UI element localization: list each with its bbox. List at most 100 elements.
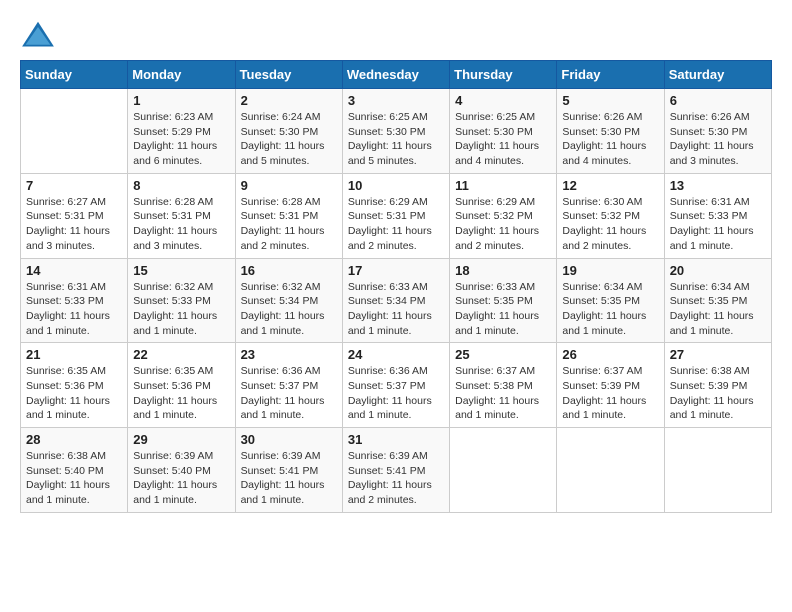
day-number: 22	[133, 347, 229, 362]
day-number: 30	[241, 432, 337, 447]
calendar-cell: 18Sunrise: 6:33 AMSunset: 5:35 PMDayligh…	[450, 258, 557, 343]
day-info: Sunrise: 6:30 AMSunset: 5:32 PMDaylight:…	[562, 195, 658, 254]
calendar-week-row: 7 Sunrise: 6:27 AMSunset: 5:31 PMDaylight…	[21, 173, 772, 258]
day-number: 1	[133, 93, 229, 108]
day-number: 29	[133, 432, 229, 447]
day-number: 16	[241, 263, 337, 278]
day-info: Sunrise: 6:39 AMSunset: 5:41 PMDaylight:…	[348, 449, 444, 508]
day-number: 8	[133, 178, 229, 193]
calendar-cell: 16 Sunrise: 6:32 AMSunset: 5:34 PMDayligh…	[235, 258, 342, 343]
day-info: Sunrise: 6:36 AMSunset: 5:37 PMDaylight:…	[348, 364, 444, 423]
day-of-week-header: Monday	[128, 61, 235, 89]
day-number: 7	[26, 178, 122, 193]
calendar-cell: 28Sunrise: 6:38 AMSunset: 5:40 PMDayligh…	[21, 428, 128, 513]
day-of-week-header: Tuesday	[235, 61, 342, 89]
day-number: 15	[133, 263, 229, 278]
day-info: Sunrise: 6:26 AMSunset: 5:30 PMDaylight:…	[670, 110, 766, 169]
day-info: Sunrise: 6:26 AMSunset: 5:30 PMDaylight:…	[562, 110, 658, 169]
day-info: Sunrise: 6:32 AMSunset: 5:34 PMDaylight:…	[241, 280, 337, 339]
day-number: 10	[348, 178, 444, 193]
calendar-cell	[450, 428, 557, 513]
day-info: Sunrise: 6:37 AMSunset: 5:39 PMDaylight:…	[562, 364, 658, 423]
day-number: 14	[26, 263, 122, 278]
calendar-cell: 31Sunrise: 6:39 AMSunset: 5:41 PMDayligh…	[342, 428, 449, 513]
day-number: 26	[562, 347, 658, 362]
day-number: 18	[455, 263, 551, 278]
day-number: 20	[670, 263, 766, 278]
calendar-cell: 25 Sunrise: 6:37 AMSunset: 5:38 PMDayligh…	[450, 343, 557, 428]
day-info: Sunrise: 6:38 AMSunset: 5:40 PMDaylight:…	[26, 449, 122, 508]
calendar-cell: 11 Sunrise: 6:29 AMSunset: 5:32 PMDayligh…	[450, 173, 557, 258]
calendar-cell: 23 Sunrise: 6:36 AMSunset: 5:37 PMDayligh…	[235, 343, 342, 428]
calendar-cell: 29 Sunrise: 6:39 AMSunset: 5:40 PMDayligh…	[128, 428, 235, 513]
calendar-cell: 3 Sunrise: 6:25 AMSunset: 5:30 PMDaylight…	[342, 89, 449, 174]
calendar-cell: 7 Sunrise: 6:27 AMSunset: 5:31 PMDaylight…	[21, 173, 128, 258]
calendar-cell: 20 Sunrise: 6:34 AMSunset: 5:35 PMDayligh…	[664, 258, 771, 343]
page-header	[20, 20, 772, 50]
calendar-cell: 13Sunrise: 6:31 AMSunset: 5:33 PMDayligh…	[664, 173, 771, 258]
day-info: Sunrise: 6:37 AMSunset: 5:38 PMDaylight:…	[455, 364, 551, 423]
day-info: Sunrise: 6:36 AMSunset: 5:37 PMDaylight:…	[241, 364, 337, 423]
calendar-cell: 2 Sunrise: 6:24 AMSunset: 5:30 PMDaylight…	[235, 89, 342, 174]
day-info: Sunrise: 6:35 AMSunset: 5:36 PMDaylight:…	[133, 364, 229, 423]
calendar-cell: 14 Sunrise: 6:31 AMSunset: 5:33 PMDayligh…	[21, 258, 128, 343]
day-info: Sunrise: 6:25 AMSunset: 5:30 PMDaylight:…	[348, 110, 444, 169]
day-number: 27	[670, 347, 766, 362]
day-number: 17	[348, 263, 444, 278]
calendar-cell: 5 Sunrise: 6:26 AMSunset: 5:30 PMDaylight…	[557, 89, 664, 174]
calendar-cell: 6Sunrise: 6:26 AMSunset: 5:30 PMDaylight…	[664, 89, 771, 174]
day-number: 11	[455, 178, 551, 193]
day-info: Sunrise: 6:39 AMSunset: 5:41 PMDaylight:…	[241, 449, 337, 508]
day-number: 2	[241, 93, 337, 108]
day-number: 5	[562, 93, 658, 108]
calendar-cell: 4 Sunrise: 6:25 AMSunset: 5:30 PMDaylight…	[450, 89, 557, 174]
day-info: Sunrise: 6:29 AMSunset: 5:32 PMDaylight:…	[455, 195, 551, 254]
day-number: 13	[670, 178, 766, 193]
day-info: Sunrise: 6:24 AMSunset: 5:30 PMDaylight:…	[241, 110, 337, 169]
day-number: 25	[455, 347, 551, 362]
calendar-cell: 8 Sunrise: 6:28 AMSunset: 5:31 PMDaylight…	[128, 173, 235, 258]
day-of-week-header: Thursday	[450, 61, 557, 89]
day-info: Sunrise: 6:28 AMSunset: 5:31 PMDaylight:…	[133, 195, 229, 254]
calendar-cell: 21Sunrise: 6:35 AMSunset: 5:36 PMDayligh…	[21, 343, 128, 428]
calendar-week-row: 14 Sunrise: 6:31 AMSunset: 5:33 PMDayligh…	[21, 258, 772, 343]
calendar-table: SundayMondayTuesdayWednesdayThursdayFrid…	[20, 60, 772, 513]
calendar-cell	[557, 428, 664, 513]
calendar-cell: 17 Sunrise: 6:33 AMSunset: 5:34 PMDayligh…	[342, 258, 449, 343]
calendar-cell: 9Sunrise: 6:28 AMSunset: 5:31 PMDaylight…	[235, 173, 342, 258]
day-of-week-header: Saturday	[664, 61, 771, 89]
day-of-week-header: Sunday	[21, 61, 128, 89]
day-number: 24	[348, 347, 444, 362]
calendar-cell: 27Sunrise: 6:38 AMSunset: 5:39 PMDayligh…	[664, 343, 771, 428]
day-info: Sunrise: 6:27 AMSunset: 5:31 PMDaylight:…	[26, 195, 122, 254]
calendar-cell: 12 Sunrise: 6:30 AMSunset: 5:32 PMDayligh…	[557, 173, 664, 258]
day-of-week-header: Wednesday	[342, 61, 449, 89]
calendar-cell: 15 Sunrise: 6:32 AMSunset: 5:33 PMDayligh…	[128, 258, 235, 343]
day-number: 23	[241, 347, 337, 362]
day-number: 9	[241, 178, 337, 193]
calendar-cell: 1 Sunrise: 6:23 AMSunset: 5:29 PMDaylight…	[128, 89, 235, 174]
day-info: Sunrise: 6:33 AMSunset: 5:34 PMDaylight:…	[348, 280, 444, 339]
day-info: Sunrise: 6:23 AMSunset: 5:29 PMDaylight:…	[133, 110, 229, 169]
day-info: Sunrise: 6:32 AMSunset: 5:33 PMDaylight:…	[133, 280, 229, 339]
day-info: Sunrise: 6:29 AMSunset: 5:31 PMDaylight:…	[348, 195, 444, 254]
day-number: 12	[562, 178, 658, 193]
calendar-cell: 22 Sunrise: 6:35 AMSunset: 5:36 PMDayligh…	[128, 343, 235, 428]
day-info: Sunrise: 6:25 AMSunset: 5:30 PMDaylight:…	[455, 110, 551, 169]
day-number: 3	[348, 93, 444, 108]
day-info: Sunrise: 6:34 AMSunset: 5:35 PMDaylight:…	[562, 280, 658, 339]
logo	[20, 20, 60, 50]
day-info: Sunrise: 6:39 AMSunset: 5:40 PMDaylight:…	[133, 449, 229, 508]
calendar-cell	[21, 89, 128, 174]
calendar-cell: 30 Sunrise: 6:39 AMSunset: 5:41 PMDayligh…	[235, 428, 342, 513]
calendar-cell: 10 Sunrise: 6:29 AMSunset: 5:31 PMDayligh…	[342, 173, 449, 258]
logo-icon	[20, 20, 56, 50]
day-info: Sunrise: 6:31 AMSunset: 5:33 PMDaylight:…	[26, 280, 122, 339]
calendar-cell: 24 Sunrise: 6:36 AMSunset: 5:37 PMDayligh…	[342, 343, 449, 428]
day-of-week-header: Friday	[557, 61, 664, 89]
day-number: 4	[455, 93, 551, 108]
calendar-week-row: 21Sunrise: 6:35 AMSunset: 5:36 PMDayligh…	[21, 343, 772, 428]
calendar-header-row: SundayMondayTuesdayWednesdayThursdayFrid…	[21, 61, 772, 89]
day-number: 19	[562, 263, 658, 278]
day-info: Sunrise: 6:34 AMSunset: 5:35 PMDaylight:…	[670, 280, 766, 339]
